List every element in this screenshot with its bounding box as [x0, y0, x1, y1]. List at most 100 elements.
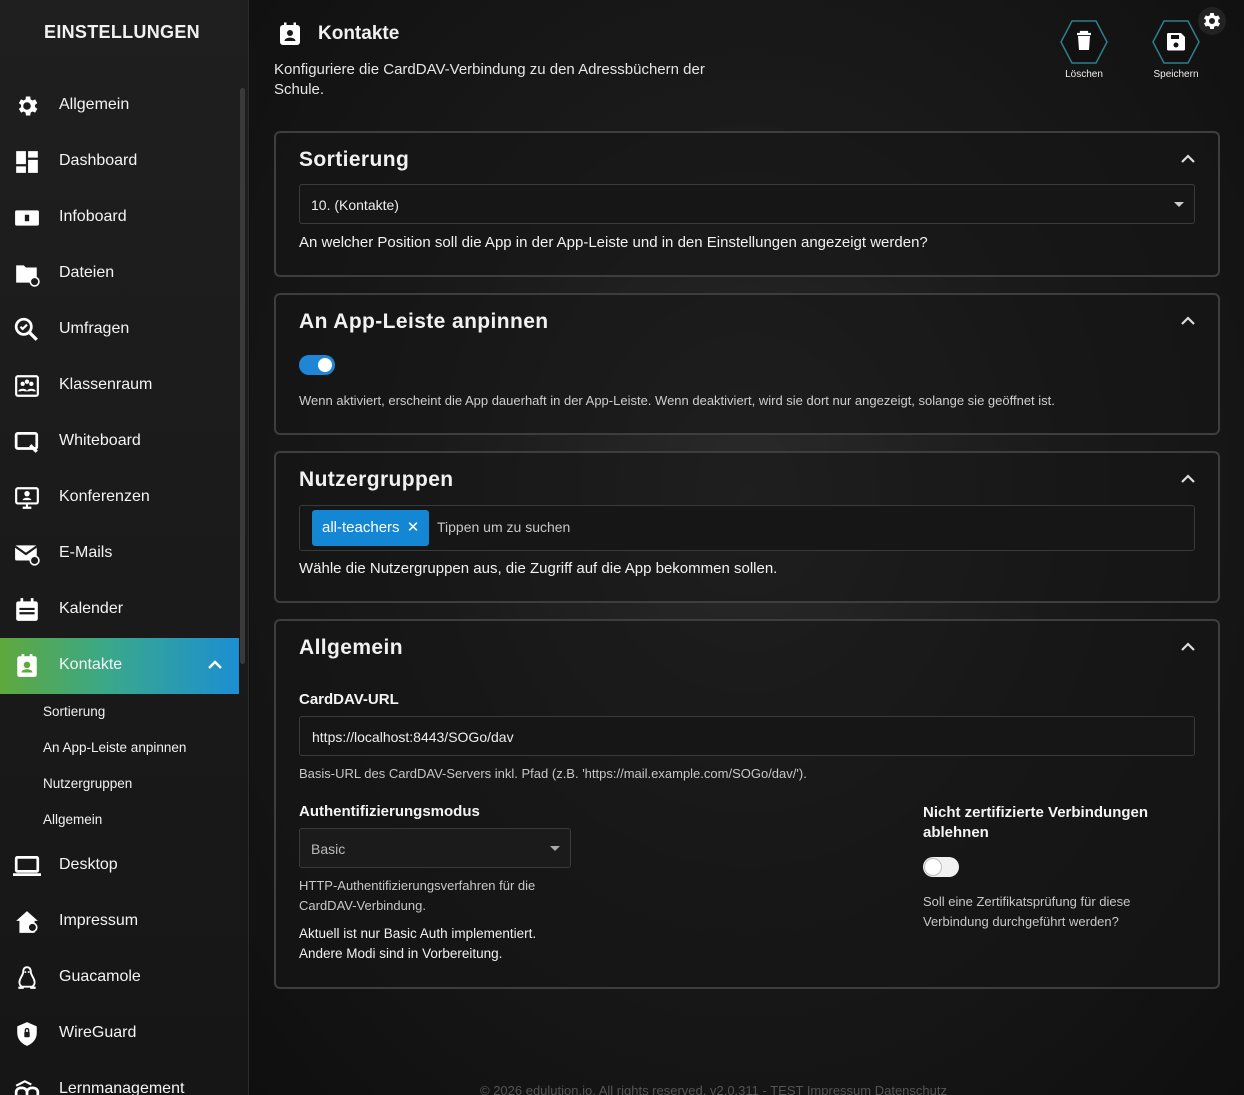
- sidebar-item-emails[interactable]: E-Mails: [0, 526, 239, 582]
- sidebar-item-label: Umfragen: [59, 320, 130, 337]
- sidebar-item-kalender[interactable]: Kalender: [0, 582, 239, 638]
- auth-mode-select[interactable]: Basic: [299, 828, 571, 868]
- sidebar-item-label: Guacamole: [59, 968, 141, 985]
- carddav-url-label: CardDAV-URL: [299, 691, 399, 708]
- sidebar-item-dashboard[interactable]: Dashboard: [0, 134, 239, 190]
- groups-multiselect[interactable]: all-teachers ✕ Tippen um zu suchen: [299, 505, 1195, 551]
- panel-title: Allgemein: [299, 636, 403, 659]
- sidebar-item-impressum[interactable]: Impressum: [0, 894, 239, 950]
- auth-mode-help: HTTP-Authentifizierungsverfahren für die…: [299, 878, 536, 913]
- groups-help: Wähle die Nutzergruppen aus, die Zugriff…: [299, 560, 778, 577]
- panel-title: Nutzergruppen: [299, 468, 454, 491]
- infoboard-icon: [13, 204, 41, 232]
- auth-mode-value: Basic: [311, 841, 346, 857]
- sidebar-item-lernmanagement[interactable]: Lernmanagement: [0, 1062, 239, 1095]
- toggle-knob: [318, 358, 332, 372]
- classroom-icon: [13, 372, 41, 400]
- groups-search-placeholder[interactable]: Tippen um zu suchen: [437, 519, 570, 535]
- auth-mode-label: Authentifizierungsmodus: [299, 803, 480, 820]
- pin-toggle[interactable]: [299, 355, 335, 375]
- settings-gear-icon[interactable]: [1197, 6, 1227, 41]
- sorting-select[interactable]: 10. (Kontakte): [299, 184, 1195, 224]
- moodle-icon: [13, 1076, 41, 1095]
- group-tag-label: all-teachers: [322, 519, 400, 536]
- sidebar-item-label: Dateien: [59, 264, 115, 281]
- panel-title: An App-Leiste anpinnen: [299, 310, 549, 333]
- sidebar-item-label: E-Mails: [59, 544, 113, 561]
- contacts-icon: [278, 22, 302, 51]
- panel-groups: Nutzergruppen all-teachers ✕ Tippen um z…: [274, 451, 1220, 603]
- toggle-knob: [925, 859, 941, 875]
- whiteboard-icon: [13, 428, 41, 456]
- sidebar-item-label: WireGuard: [59, 1024, 137, 1041]
- page-description: Konfiguriere die CardDAV-Verbindung zu d…: [274, 61, 705, 98]
- mail-icon: [13, 540, 41, 568]
- reject-uncertified-label: Nicht zertifizierte Verbindungen ablehne…: [923, 804, 1149, 841]
- carddav-url-input[interactable]: https://localhost:8443/SOGo/dav: [299, 716, 1195, 756]
- panel-pin: An App-Leiste anpinnen Wenn aktiviert, e…: [274, 293, 1220, 435]
- sidebar-item-label: Whiteboard: [59, 432, 141, 449]
- sidebar-subitem-pin[interactable]: An App-Leiste anpinnen: [43, 740, 186, 755]
- sidebar-item-dateien[interactable]: Dateien: [0, 246, 239, 302]
- calendar-icon: [13, 596, 41, 624]
- sidebar-item-label: Klassenraum: [59, 376, 153, 393]
- sidebar-item-label: Allgemein: [59, 96, 130, 113]
- sidebar-subitem-allgemein[interactable]: Allgemein: [43, 812, 102, 827]
- caret-down-icon: [550, 846, 560, 851]
- sidebar-item-infoboard[interactable]: Infoboard: [0, 190, 239, 246]
- survey-icon: [13, 316, 41, 344]
- contacts-icon: [13, 652, 41, 680]
- sidebar-item-label: Dashboard: [59, 152, 138, 169]
- trash-icon: [1060, 20, 1108, 64]
- save-icon: [1152, 20, 1200, 64]
- carddav-url-value: https://localhost:8443/SOGo/dav: [312, 729, 514, 745]
- chevron-up-icon[interactable]: [1180, 151, 1196, 172]
- home-icon: [13, 908, 41, 936]
- group-tag: all-teachers ✕: [312, 510, 430, 546]
- delete-button[interactable]: Löschen: [1049, 19, 1119, 80]
- panel-general: Allgemein CardDAV-URL https://localhost:…: [274, 619, 1220, 989]
- panel-sorting: Sortierung 10. (Kontakte) An welcher Pos…: [274, 131, 1220, 277]
- sidebar-subitem-nutzergruppen[interactable]: Nutzergruppen: [43, 776, 132, 791]
- gear-icon: [13, 92, 41, 120]
- sidebar-scrollbar[interactable]: [240, 88, 245, 664]
- shield-icon: [13, 1020, 41, 1048]
- sidebar-title: EINSTELLUNGEN: [44, 22, 200, 42]
- chevron-up-icon[interactable]: [1180, 313, 1196, 334]
- reject-uncertified-help: Soll eine Zertifikatsprüfung für diese V…: [923, 894, 1131, 929]
- sidebar-item-klassenraum[interactable]: Klassenraum: [0, 358, 239, 414]
- sidebar-item-label: Infoboard: [59, 208, 127, 225]
- sidebar-item-desktop[interactable]: Desktop: [0, 838, 239, 894]
- chevron-up-icon[interactable]: [1180, 471, 1196, 492]
- footer: © 2026 edulution.io. All rights reserved…: [480, 1083, 947, 1095]
- dashboard-icon: [13, 148, 41, 176]
- linux-icon: [13, 964, 41, 992]
- sidebar-item-guacamole[interactable]: Guacamole: [0, 950, 239, 1006]
- sorting-help: An welcher Position soll die App in der …: [299, 234, 928, 251]
- sidebar-item-label: Desktop: [59, 856, 118, 873]
- carddav-url-help: Basis-URL des CardDAV-Servers inkl. Pfad…: [299, 766, 807, 781]
- remove-tag-icon[interactable]: ✕: [407, 519, 420, 536]
- sidebar-item-whiteboard[interactable]: Whiteboard: [0, 414, 239, 470]
- pin-help: Wenn aktiviert, erscheint die App dauerh…: [299, 393, 1055, 408]
- sidebar-item-label: Impressum: [59, 912, 139, 929]
- sidebar-item-kontakte[interactable]: Kontakte: [0, 638, 239, 694]
- panel-title: Sortierung: [299, 148, 410, 171]
- sidebar-item-konferenzen[interactable]: Konferenzen: [0, 470, 239, 526]
- chevron-up-icon[interactable]: [1180, 639, 1196, 660]
- folder-icon: [13, 260, 41, 288]
- sidebar-item-label: Kalender: [59, 600, 124, 617]
- sidebar-item-label: Lernmanagement: [59, 1080, 185, 1095]
- reject-uncertified-toggle[interactable]: [923, 857, 959, 877]
- conference-icon: [13, 484, 41, 512]
- caret-down-icon: [1174, 202, 1184, 207]
- sidebar: EINSTELLUNGEN Allgemein Dashboard Infobo…: [0, 0, 249, 1095]
- sidebar-subitem-sortierung[interactable]: Sortierung: [43, 704, 105, 719]
- auth-mode-note: Aktuell ist nur Basic Auth implementiert…: [299, 926, 537, 961]
- delete-label: Löschen: [1065, 69, 1103, 80]
- chevron-up-icon[interactable]: [207, 657, 223, 678]
- sidebar-item-allgemein[interactable]: Allgemein: [0, 78, 239, 134]
- sidebar-item-label: Kontakte: [59, 656, 123, 673]
- sidebar-item-wireguard[interactable]: WireGuard: [0, 1006, 239, 1062]
- sidebar-item-umfragen[interactable]: Umfragen: [0, 302, 239, 358]
